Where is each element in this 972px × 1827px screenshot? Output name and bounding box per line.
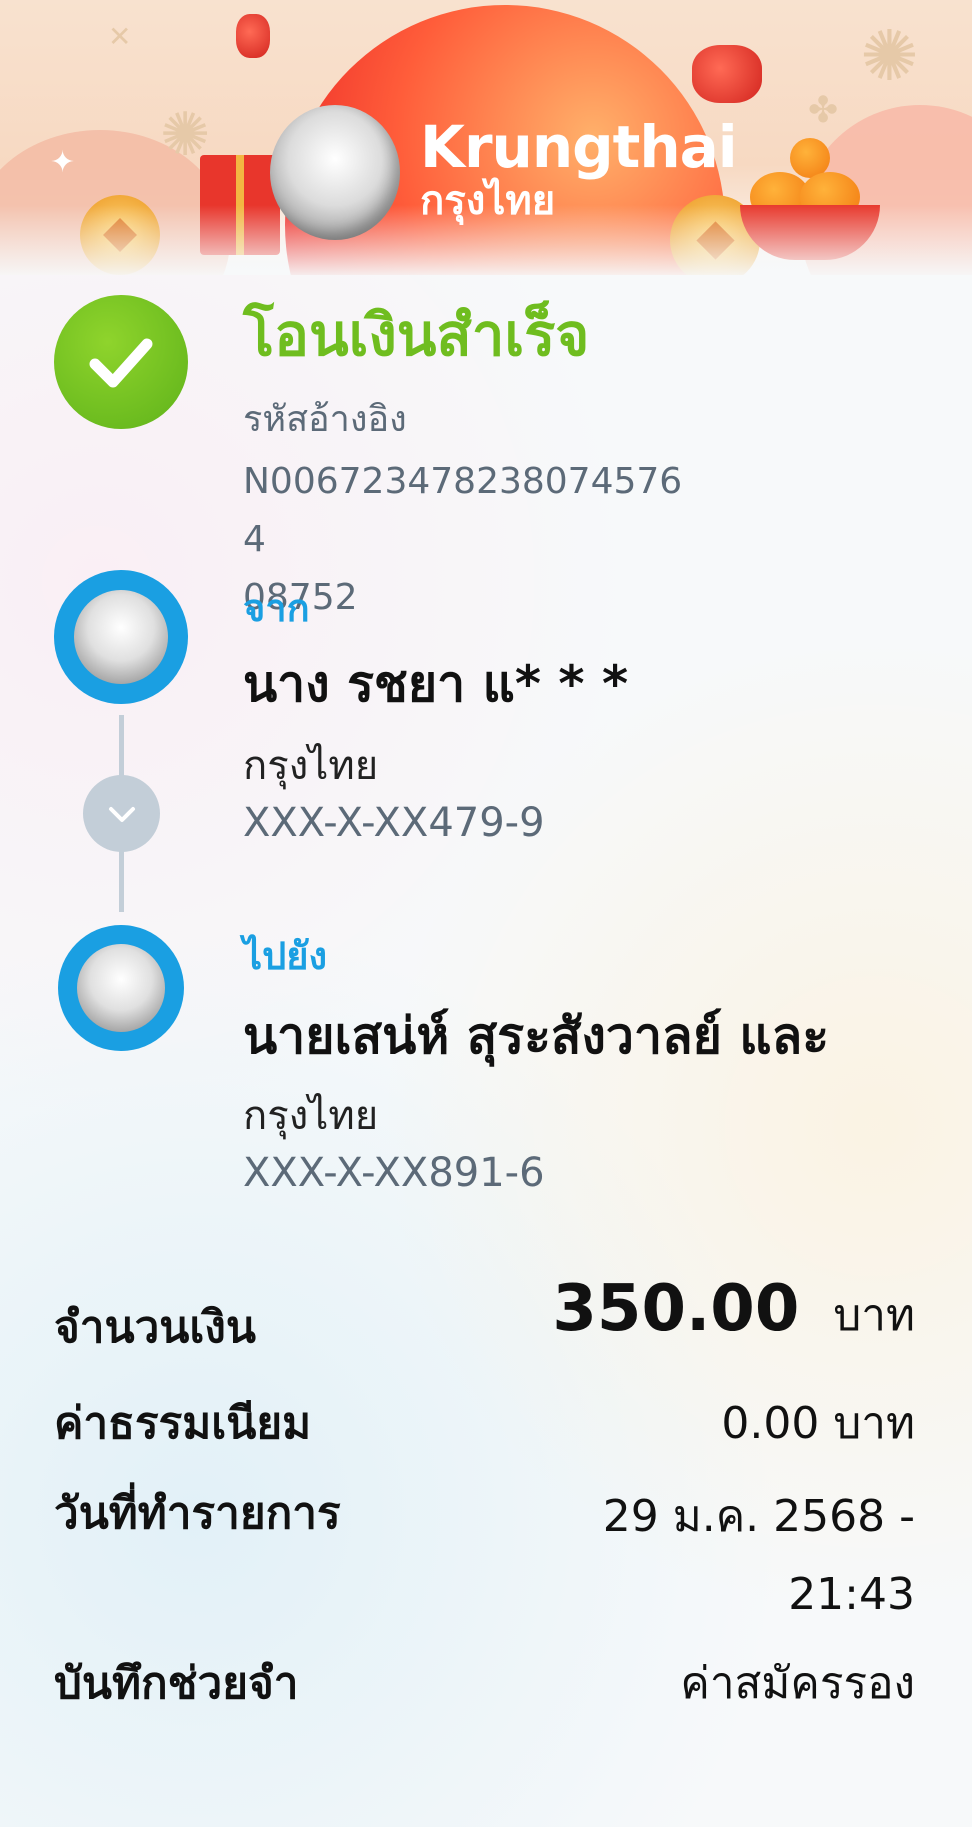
sparkle-icon: ✕ xyxy=(108,20,132,53)
brand-name-th: กรุงไทย xyxy=(420,178,556,224)
recipient-bank-logo-icon xyxy=(58,925,184,1051)
recipient-account-number: XXX-X-XX891-6 xyxy=(243,1150,545,1196)
brand-name-en: Krungthai xyxy=(420,113,738,181)
sparkle-icon: ✤ xyxy=(808,90,839,131)
memo-label: บันทึกช่วยจำ xyxy=(54,1658,299,1709)
memo-value: ค่าสมัครรอง xyxy=(680,1658,915,1709)
transaction-datetime: 29 ม.ค. 2568 - 21:43 xyxy=(603,1478,915,1634)
sender-account-number: XXX-X-XX479-9 xyxy=(243,800,545,846)
connector-line xyxy=(119,850,124,912)
sparkle-icon: ✺ xyxy=(160,100,211,170)
reference-number-line: N0067234782380745764 xyxy=(243,461,683,560)
krungthai-logo-icon xyxy=(270,105,400,240)
reference-number: N0067234782380745764 08752 xyxy=(243,453,703,627)
recipient-bank-name: กรุงไทย xyxy=(243,1093,379,1139)
recipient-name: นายเสน่ห์ สุระสังวาลย์ และ xyxy=(243,1007,830,1065)
brand-logo: Krungthai กรุงไทย xyxy=(420,113,738,224)
amount-number: 350.00 xyxy=(552,1272,800,1346)
transaction-date: 29 ม.ค. 2568 - xyxy=(602,1491,915,1542)
transfer-slip: ✕ ✺ ✺ ✤ ✦ Krungthai กรุงไทย โอนเงินสำเร็… xyxy=(0,0,972,1827)
krungthai-bird-icon xyxy=(76,943,166,1033)
amount-unit: บาท xyxy=(833,1290,915,1341)
fee-value: 0.00 บาท xyxy=(721,1398,915,1449)
transaction-time: 21:43 xyxy=(788,1569,915,1620)
status-title: โอนเงินสำเร็จ xyxy=(243,301,590,369)
sparkle-icon: ✺ xyxy=(860,15,919,97)
from-label: จาก xyxy=(243,586,310,630)
sender-bank-logo-icon xyxy=(54,570,188,704)
date-label: วันที่ทำรายการ xyxy=(54,1488,341,1539)
sparkle-icon: ✦ xyxy=(50,145,76,180)
lantern-icon xyxy=(692,45,762,103)
fee-label: ค่าธรรมเนียม xyxy=(54,1398,312,1449)
sender-name: นาง รชยา แ* * * xyxy=(243,655,629,713)
success-check-icon xyxy=(54,295,188,429)
amount-value: 350.00 บาท xyxy=(552,1272,915,1350)
header-banner: ✕ ✺ ✺ ✤ ✦ Krungthai กรุงไทย xyxy=(0,0,972,275)
reference-label: รหัสอ้างอิง xyxy=(243,399,407,440)
reference-number-line: 08752 xyxy=(243,577,358,618)
connector-line xyxy=(119,715,124,777)
to-label: ไปยัง xyxy=(243,934,328,978)
sender-bank-name: กรุงไทย xyxy=(243,743,379,789)
krungthai-bird-icon xyxy=(74,590,168,684)
amount-label: จำนวนเงิน xyxy=(54,1302,256,1353)
lantern-icon xyxy=(236,14,270,58)
chevron-down-icon xyxy=(83,775,160,852)
